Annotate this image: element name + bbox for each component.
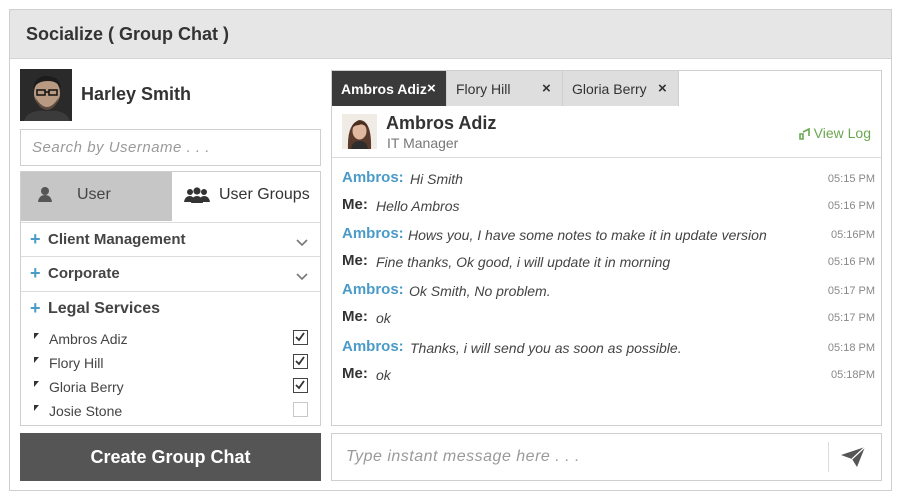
group-label: Client Management — [48, 231, 186, 248]
message-text: Thanks, i will send you as soon as possi… — [410, 340, 682, 356]
contact-role: IT Manager — [387, 135, 459, 151]
group-corporate[interactable]: + Corporate — [21, 256, 320, 290]
view-log-label: View Log — [813, 125, 871, 141]
message-row: Ambros: Hows you, I have some notes to m… — [332, 222, 881, 248]
chat-tab-label: Gloria Berry — [572, 81, 647, 97]
message-time: 05:15 PM — [827, 173, 875, 185]
message-time: 05:16 PM — [827, 200, 875, 212]
member-checkbox[interactable] — [293, 402, 308, 417]
message-time: 05:16 PM — [827, 256, 875, 268]
tab-gloria-berry[interactable]: Gloria Berry × — [563, 71, 679, 106]
panel-tabs: User User Groups — [21, 172, 320, 221]
message-time: 05:17 PM — [827, 285, 875, 297]
compose-box — [331, 433, 882, 481]
group-label: Legal Services — [48, 300, 161, 317]
message-text: ok — [376, 310, 391, 326]
message-text: Hows you, I have some notes to make it i… — [408, 227, 767, 243]
user-name: Harley Smith — [81, 84, 192, 104]
tab-user-groups-label: User Groups — [219, 186, 310, 203]
message-row: Ambros: Thanks, i will send you as soon … — [332, 335, 881, 361]
close-icon[interactable]: × — [542, 80, 551, 97]
member-checkbox[interactable] — [293, 378, 308, 393]
plus-icon: + — [30, 263, 41, 283]
divider — [828, 442, 829, 472]
message-sender: Me: — [342, 196, 368, 213]
member-checkbox[interactable] — [293, 330, 308, 345]
message-time: 05:18PM — [830, 369, 875, 381]
search-box — [20, 129, 321, 166]
message-text: Ok Smith, No problem. — [409, 283, 551, 299]
chat-header: Ambros Adiz IT Manager View Log — [332, 106, 881, 158]
tab-user[interactable]: User — [21, 172, 172, 221]
contact-name: Ambros Adiz — [386, 113, 497, 133]
tab-user-label: User — [77, 186, 111, 203]
plus-icon: + — [30, 298, 41, 318]
message-row: Me: ok 05:18PM — [332, 362, 881, 388]
message-row: Ambros: Hi Smith 05:15 PM — [332, 166, 881, 192]
message-time: 05:18 PM — [827, 342, 875, 354]
message-text: Hello Ambros — [376, 198, 460, 214]
message-row: Me: Hello Ambros 05:16 PM — [332, 193, 881, 219]
group-legal-services[interactable]: + Legal Services — [21, 291, 320, 325]
log-icon — [798, 127, 810, 140]
chevron-down-icon[interactable] — [296, 268, 308, 286]
flag-icon — [34, 381, 39, 387]
message-sender: Ambros: — [342, 338, 404, 355]
tab-ambros-adiz[interactable]: Ambros Adiz × — [332, 71, 447, 106]
message-row: Me: ok 05:17 PM — [332, 305, 881, 331]
group-client-management[interactable]: + Client Management — [21, 222, 320, 256]
app-window: Socialize ( Group Chat ) Harley Smith Se… — [9, 9, 892, 491]
message-row: Ambros: Ok Smith, No problem. 05:17 PM — [332, 278, 881, 304]
message-text: Fine thanks, Ok good, i will update it i… — [376, 254, 671, 270]
message-sender: Ambros: — [342, 281, 404, 298]
member-name: Gloria Berry — [49, 379, 124, 395]
chat-tab-label: Flory Hill — [456, 81, 511, 97]
flag-icon — [34, 405, 39, 411]
message-text: ok — [376, 367, 391, 383]
member-name: Josie Stone — [49, 403, 123, 419]
list-item: Ambros Adiz — [21, 327, 320, 351]
chat-panel: Ambros Adiz × Flory Hill × Gloria Berry … — [331, 70, 882, 426]
message-sender: Me: — [342, 308, 368, 325]
contact-avatar — [342, 114, 377, 149]
tab-user-groups[interactable]: User Groups — [172, 172, 320, 221]
chat-tab-label: Ambros Adiz — [341, 81, 427, 97]
app-title: Socialize ( Group Chat ) — [26, 24, 230, 44]
member-name: Ambros Adiz — [49, 331, 128, 347]
view-log-link[interactable]: View Log — [798, 125, 871, 141]
flag-icon — [34, 357, 39, 363]
search-input[interactable] — [21, 130, 320, 165]
message-input[interactable] — [332, 434, 822, 480]
plus-icon: + — [30, 229, 41, 249]
user-profile: Harley Smith — [20, 69, 320, 121]
message-sender: Ambros: — [342, 225, 404, 242]
users-group-icon — [184, 187, 210, 208]
chat-tabs: Ambros Adiz × Flory Hill × Gloria Berry … — [332, 71, 881, 106]
message-time: 05:17 PM — [827, 312, 875, 324]
member-name: Flory Hill — [49, 355, 104, 371]
message-sender: Me: — [342, 365, 368, 382]
list-item: Flory Hill — [21, 351, 320, 375]
group-panel: User User Groups + Client Management + C… — [20, 171, 321, 426]
close-icon[interactable]: × — [427, 80, 436, 97]
message-sender: Me: — [342, 252, 368, 269]
message-row: Me: Fine thanks, Ok good, i will update … — [332, 249, 881, 275]
member-checkbox[interactable] — [293, 354, 308, 369]
message-sender: Ambros: — [342, 169, 404, 186]
message-time: 05:16PM — [830, 229, 875, 241]
chevron-down-icon[interactable] — [296, 234, 308, 252]
user-icon — [37, 186, 53, 207]
flag-icon — [34, 333, 39, 339]
tab-flory-hill[interactable]: Flory Hill × — [447, 71, 563, 106]
title-bar: Socialize ( Group Chat ) — [10, 10, 891, 59]
send-icon[interactable] — [840, 446, 868, 470]
close-icon[interactable]: × — [658, 80, 667, 97]
create-group-chat-button[interactable]: Create Group Chat — [20, 433, 321, 481]
list-item: Josie Stone — [21, 399, 320, 423]
list-item: Gloria Berry — [21, 375, 320, 399]
message-text: Hi Smith — [410, 171, 463, 187]
group-label: Corporate — [48, 265, 120, 282]
avatar — [20, 69, 72, 121]
